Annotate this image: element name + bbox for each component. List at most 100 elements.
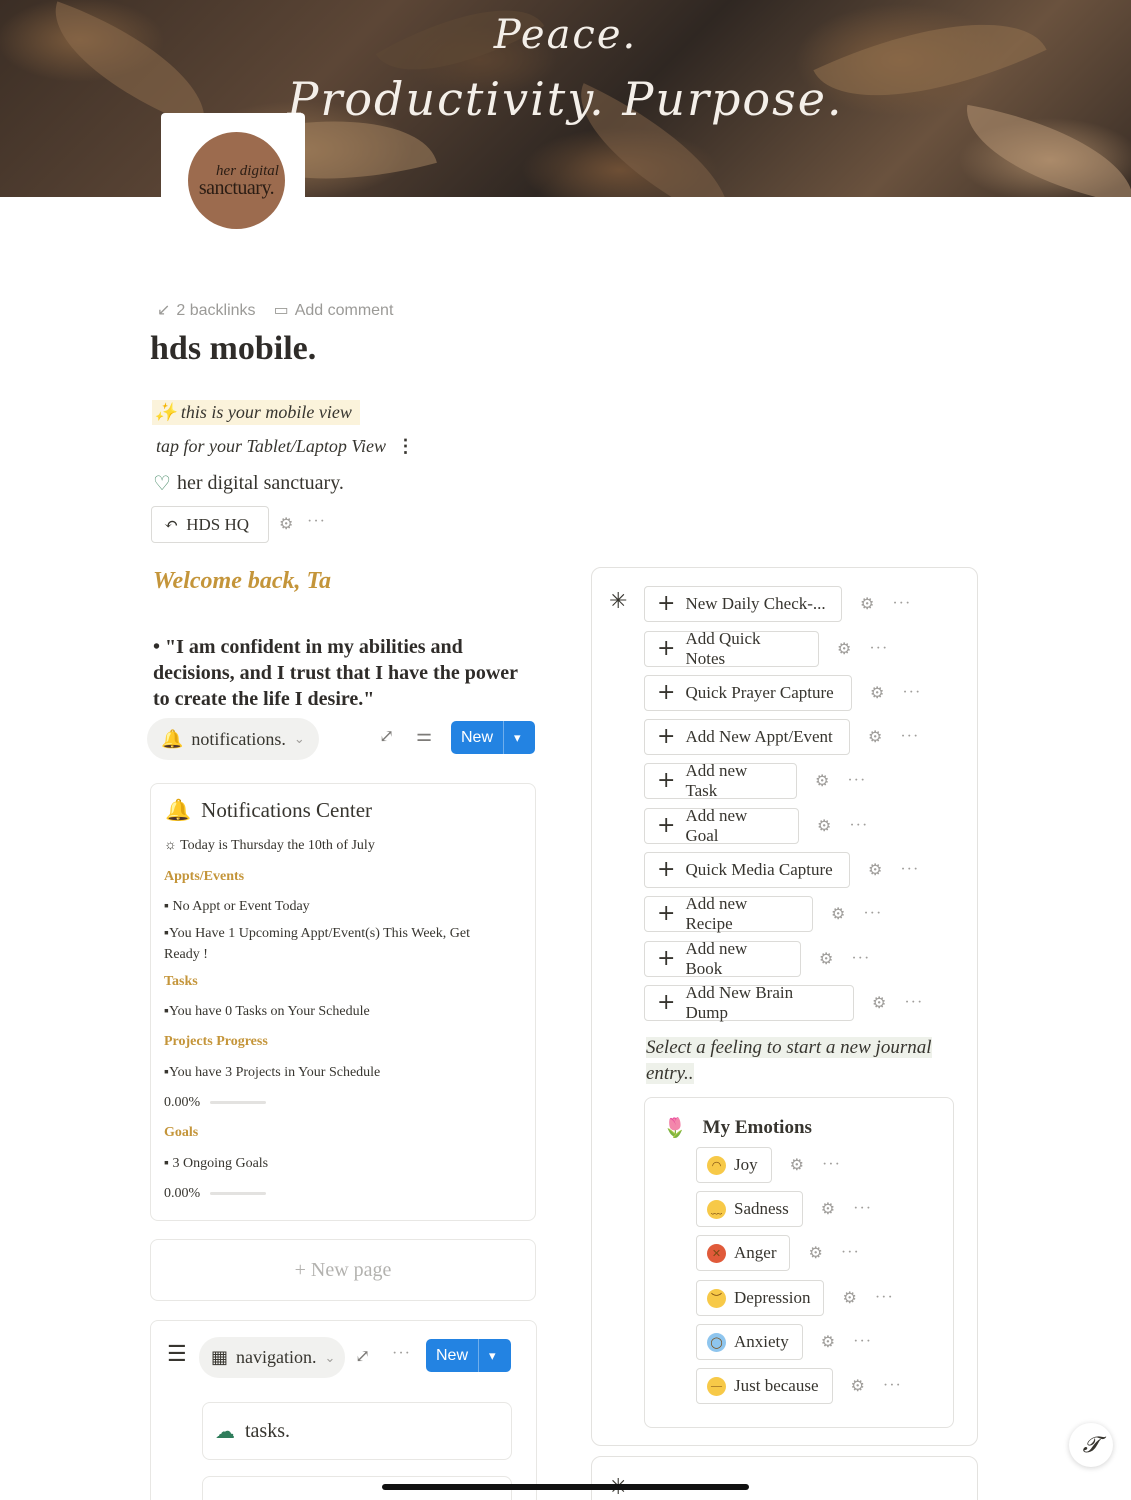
quick-action-button[interactable]: + New Daily Check-... [644, 586, 842, 622]
tablet-view-link[interactable]: tap for your Tablet/Laptop View ⋮ [156, 436, 415, 457]
backlinks-link[interactable]: ↙ 2 backlinks [157, 300, 256, 320]
quick-action-button[interactable]: + Quick Media Capture [644, 852, 850, 888]
emotion-button[interactable]: ﹏ Sadness [696, 1191, 803, 1227]
emotion-row: ◯ Anxiety ⚙ ··· [696, 1324, 872, 1360]
gear-icon[interactable]: ⚙ [837, 639, 851, 659]
gear-icon[interactable]: ⚙ [821, 1332, 835, 1352]
emotion-row: ︶ Depression ⚙ ··· [696, 1280, 894, 1316]
logo-text-line2: sanctuary. [198, 177, 275, 199]
emotion-button[interactable]: ✕ Anger [696, 1235, 791, 1271]
gear-icon[interactable]: ⚙ [808, 1243, 822, 1263]
filter-settings-icon[interactable]: ⚌ [416, 725, 432, 746]
quick-action-button[interactable]: + Add New Brain Dump [644, 983, 854, 1022]
quick-action-button[interactable]: + Add new Recipe [644, 894, 813, 933]
more-options-icon[interactable]: ··· [900, 861, 919, 879]
more-options-icon[interactable]: ··· [853, 1333, 872, 1351]
more-options-icon[interactable]: ··· [875, 1289, 894, 1307]
emotion-button[interactable]: — Just because [696, 1368, 833, 1404]
gear-icon[interactable]: ⚙ [831, 904, 845, 924]
gear-icon[interactable]: ⚙ [872, 993, 886, 1013]
help-button[interactable]: 𝓣 [1069, 1423, 1113, 1467]
sparkle-icon: ✨ [154, 402, 177, 422]
brand-text: her digital sanctuary. [176, 472, 344, 494]
more-vertical-icon: ⋮ [396, 436, 415, 456]
notifications-view-selector[interactable]: 🔔 notifications. ⌄ [147, 718, 319, 760]
emotion-button[interactable]: ◯ Anxiety [696, 1324, 803, 1360]
comment-icon: ▭ [273, 302, 289, 319]
more-options-icon[interactable]: ··· [900, 728, 919, 746]
grid-icon: ▦ [211, 1347, 229, 1367]
quick-button-row: + Quick Media Capture ⚙ ··· [644, 852, 919, 888]
more-options-icon[interactable]: ··· [869, 640, 888, 658]
chevron-down-icon[interactable]: ▾ [504, 730, 531, 746]
more-options-icon[interactable]: ··· [904, 994, 923, 1012]
page-icon-logo[interactable]: her digital sanctuary. [188, 132, 285, 229]
more-options-icon[interactable]: ··· [902, 684, 921, 702]
navigation-new-button[interactable]: New ▾ [426, 1339, 511, 1372]
gear-icon[interactable]: ⚙ [868, 860, 882, 880]
bell-icon: 🔔 [161, 728, 184, 749]
more-options-icon[interactable]: ··· [853, 1200, 872, 1218]
more-options-icon[interactable]: ··· [849, 817, 868, 835]
more-options-icon[interactable]: ··· [822, 1156, 841, 1174]
navigation-view-selector[interactable]: ▦ navigation. ⌄ [199, 1337, 345, 1378]
quick-button-row: + Add new Goal ⚙ ··· [644, 806, 868, 845]
projects-header: Projects Progress [164, 1034, 268, 1049]
more-options-icon[interactable]: ··· [892, 595, 911, 613]
quick-action-button[interactable]: + Quick Prayer Capture [644, 675, 852, 711]
more-options-icon[interactable]: ··· [883, 1377, 902, 1395]
date-line: ☼ Today is Thursday the 10th of July [164, 838, 375, 853]
gear-icon[interactable]: ⚙ [842, 1288, 856, 1308]
tablet-view-text: tap for your Tablet/Laptop View [156, 436, 387, 456]
quick-action-label: Add Quick Notes [685, 629, 761, 668]
emotion-button[interactable]: ︶ Depression [696, 1280, 825, 1316]
quick-action-button[interactable]: + Add new Goal [644, 806, 799, 845]
gear-icon[interactable]: ⚙ [279, 514, 293, 534]
more-options-icon[interactable]: ··· [392, 1345, 411, 1363]
more-options-icon[interactable]: ··· [307, 513, 326, 531]
cover-tagline-1: Peace. [493, 12, 638, 58]
plus-icon: + [657, 636, 676, 661]
new-page-button[interactable]: + New page [150, 1239, 536, 1301]
gear-icon[interactable]: ⚙ [821, 1199, 835, 1219]
quick-action-button[interactable]: + Add new Task [644, 761, 797, 800]
notifications-new-button[interactable]: New ▾ [451, 721, 535, 754]
quick-action-button[interactable]: + Add New Appt/Event [644, 719, 850, 755]
projects-progress-label: 0.00% [164, 1095, 201, 1110]
gear-icon[interactable]: ⚙ [868, 727, 882, 747]
navigation-item-tasks[interactable]: ☁ tasks. [202, 1402, 512, 1460]
gear-icon[interactable]: ⚙ [870, 683, 884, 703]
bell-icon: 🔔 [165, 798, 192, 822]
emoji-face-icon: ✕ [707, 1243, 726, 1263]
quick-action-button[interactable]: + Add Quick Notes [644, 629, 819, 668]
more-options-icon[interactable]: ··· [841, 1244, 860, 1262]
gear-icon[interactable]: ⚙ [815, 771, 829, 791]
more-options-icon[interactable]: ··· [847, 772, 866, 790]
more-options-icon[interactable]: ··· [851, 950, 870, 968]
expand-icon[interactable]: ⤢ [379, 726, 394, 747]
mobile-view-callout: ✨ this is your mobile view [152, 400, 360, 425]
more-options-icon[interactable]: ··· [863, 905, 882, 923]
expand-icon[interactable]: ⤢ [355, 1346, 370, 1367]
emotion-label: Depression [734, 1288, 811, 1307]
hds-hq-button[interactable]: ↶ HDS HQ [151, 506, 269, 543]
goals-line: ▪ 3 Ongoing Goals [164, 1156, 269, 1171]
notion-ai-icon: 𝓣 [1082, 1432, 1100, 1457]
chevron-down-icon[interactable]: ▾ [479, 1348, 506, 1364]
emotion-row: ✕ Anger ⚙ ··· [696, 1235, 860, 1271]
quick-button-row: + Add New Appt/Event ⚙ ··· [644, 719, 919, 755]
emotion-row: ﹏ Sadness ⚙ ··· [696, 1191, 872, 1227]
brand-line: ♡ her digital sanctuary. [153, 471, 344, 496]
gear-icon[interactable]: ⚙ [851, 1376, 865, 1396]
new-button-label: New [426, 1339, 480, 1372]
gear-icon[interactable]: ⚙ [790, 1155, 804, 1175]
gear-icon[interactable]: ⚙ [860, 594, 874, 614]
backlinks-label: 2 backlinks [176, 302, 256, 319]
gear-icon[interactable]: ⚙ [819, 949, 833, 969]
quick-action-button[interactable]: + Add new Book [644, 939, 801, 978]
emotion-button[interactable]: ◠ Joy [696, 1147, 772, 1183]
add-comment-link[interactable]: ▭ Add comment [274, 300, 394, 320]
gear-icon[interactable]: ⚙ [817, 816, 831, 836]
emotion-label: Anxiety [734, 1332, 789, 1351]
emoji-face-icon: ︶ [707, 1288, 726, 1308]
